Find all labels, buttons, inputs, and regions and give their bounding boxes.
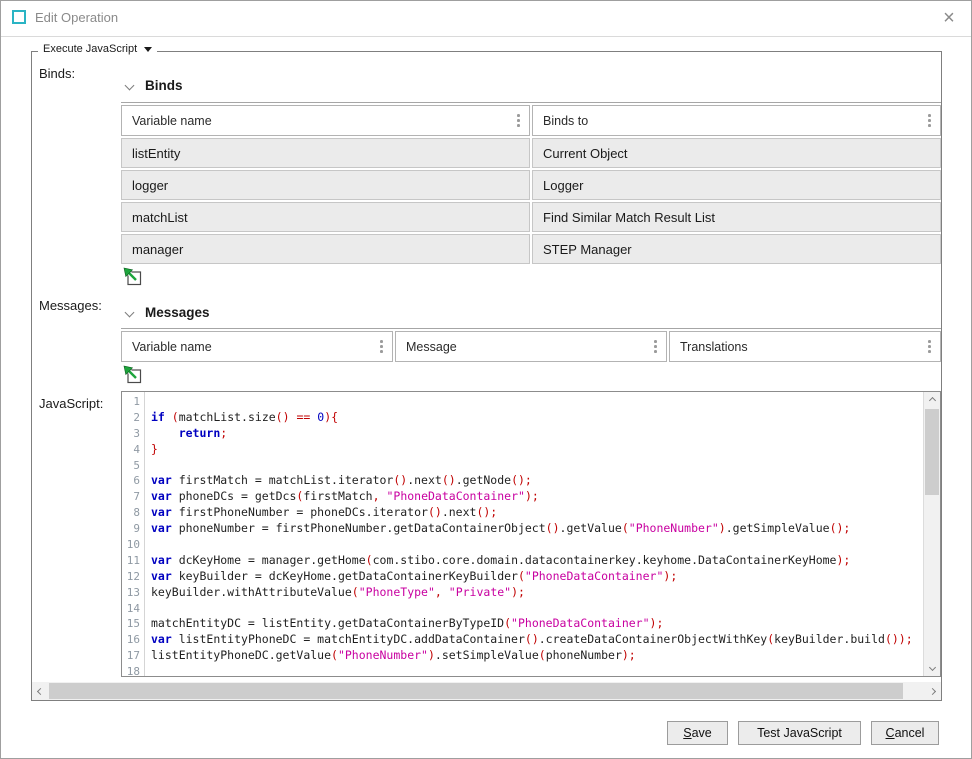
table-row[interactable]: managerSTEP Manager [121, 234, 941, 264]
vertical-scrollbar-thumb[interactable] [925, 409, 939, 495]
save-button[interactable]: Save [667, 721, 728, 745]
code-editor[interactable]: 123456789101112131415161718 if (matchLis… [121, 391, 941, 677]
scroll-right-icon[interactable] [924, 682, 941, 700]
line-number: 18 [122, 664, 140, 677]
code-gutter: 123456789101112131415161718 [122, 392, 145, 676]
code-line[interactable] [151, 537, 923, 553]
table-cell[interactable]: listEntity [121, 138, 530, 168]
table-cell[interactable]: matchList [121, 202, 530, 232]
binds-table: Variable name Binds to listEntityCurrent… [121, 105, 941, 264]
code-line[interactable]: } [151, 442, 923, 458]
binds-field-label: Binds: [39, 66, 75, 81]
messages-section-title: Messages [145, 305, 210, 320]
line-number: 7 [122, 489, 140, 505]
line-number: 3 [122, 426, 140, 442]
code-line[interactable]: return; [151, 426, 923, 442]
code-line[interactable]: listEntityPhoneDC.getValue("PhoneNumber"… [151, 648, 923, 664]
column-header-translations[interactable]: Translations [669, 331, 941, 362]
line-number: 4 [122, 442, 140, 458]
column-menu-icon[interactable] [926, 111, 933, 130]
table-cell[interactable]: STEP Manager [532, 234, 941, 264]
table-cell[interactable]: Current Object [532, 138, 941, 168]
column-menu-icon[interactable] [652, 337, 659, 356]
line-number: 1 [122, 394, 140, 410]
line-number: 14 [122, 601, 140, 617]
line-number: 9 [122, 521, 140, 537]
export-table-icon[interactable] [123, 267, 142, 286]
line-number: 15 [122, 616, 140, 632]
binds-table-header: Variable name Binds to [121, 105, 941, 136]
code-line[interactable]: var phoneNumber = firstPhoneNumber.getDa… [151, 521, 923, 537]
code-line[interactable] [151, 664, 923, 676]
column-menu-icon[interactable] [378, 337, 385, 356]
code-line[interactable] [151, 394, 923, 410]
line-number: 16 [122, 632, 140, 648]
code-line[interactable]: if (matchList.size() == 0){ [151, 410, 923, 426]
table-row[interactable]: matchListFind Similar Match Result List [121, 202, 941, 232]
javascript-field-label: JavaScript: [39, 396, 103, 411]
edit-operation-dialog: Edit Operation × Execute JavaScript Bind… [0, 0, 972, 759]
messages-field-label: Messages: [39, 298, 102, 313]
binds-divider [121, 102, 941, 103]
app-icon [12, 10, 26, 24]
chevron-down-icon[interactable] [125, 81, 135, 91]
code-line[interactable]: keyBuilder.withAttributeValue("PhoneType… [151, 585, 923, 601]
line-number: 13 [122, 585, 140, 601]
vertical-scrollbar[interactable] [923, 392, 940, 676]
column-header-binds-to[interactable]: Binds to [532, 105, 941, 136]
export-table-icon[interactable] [123, 365, 142, 384]
chevron-down-icon[interactable] [125, 308, 135, 318]
table-cell[interactable]: Find Similar Match Result List [532, 202, 941, 232]
line-number: 2 [122, 410, 140, 426]
line-number: 5 [122, 458, 140, 474]
messages-table: Variable name Message Translations [121, 331, 941, 362]
code-line[interactable] [151, 458, 923, 474]
execute-javascript-groupbox: Execute JavaScript Binds: Binds Variable… [31, 51, 942, 701]
title-bar: Edit Operation × [1, 1, 971, 37]
code-line[interactable] [151, 601, 923, 617]
code-line[interactable]: var dcKeyHome = manager.getHome(com.stib… [151, 553, 923, 569]
messages-divider [121, 328, 941, 329]
line-number: 17 [122, 648, 140, 664]
code-line[interactable]: var firstPhoneNumber = phoneDCs.iterator… [151, 505, 923, 521]
close-icon[interactable]: × [927, 1, 971, 36]
line-number: 12 [122, 569, 140, 585]
cancel-button[interactable]: Cancel [871, 721, 939, 745]
code-line[interactable]: var firstMatch = matchList.iterator().ne… [151, 473, 923, 489]
operation-type-selector[interactable]: Execute JavaScript [38, 43, 157, 55]
binds-table-body: listEntityCurrent ObjectloggerLoggermatc… [121, 138, 941, 264]
binds-section-header[interactable]: Binds [126, 78, 183, 93]
binds-section-title: Binds [145, 78, 183, 93]
scroll-down-icon[interactable] [924, 659, 940, 676]
line-number: 11 [122, 553, 140, 569]
messages-section-header[interactable]: Messages [126, 305, 210, 320]
code-line[interactable]: var phoneDCs = getDcs(firstMatch, "Phone… [151, 489, 923, 505]
scroll-up-icon[interactable] [924, 392, 940, 409]
horizontal-scrollbar[interactable] [32, 682, 941, 700]
window-title: Edit Operation [35, 10, 118, 25]
scroll-left-icon[interactable] [32, 682, 49, 700]
column-menu-icon[interactable] [926, 337, 933, 356]
messages-table-header: Variable name Message Translations [121, 331, 941, 362]
code-line[interactable]: matchEntityDC = listEntity.getDataContai… [151, 616, 923, 632]
column-header-variable-name[interactable]: Variable name [121, 105, 530, 136]
code-line[interactable]: var keyBuilder = dcKeyHome.getDataContai… [151, 569, 923, 585]
table-row[interactable]: listEntityCurrent Object [121, 138, 941, 168]
code-line[interactable]: var listEntityPhoneDC = matchEntityDC.ad… [151, 632, 923, 648]
operation-type-label: Execute JavaScript [43, 43, 137, 55]
table-cell[interactable]: manager [121, 234, 530, 264]
table-row[interactable]: loggerLogger [121, 170, 941, 200]
horizontal-scrollbar-thumb[interactable] [49, 683, 903, 699]
code-lines[interactable]: if (matchList.size() == 0){ return;} var… [145, 392, 923, 676]
line-number: 6 [122, 473, 140, 489]
column-header-variable-name[interactable]: Variable name [121, 331, 393, 362]
test-javascript-button[interactable]: Test JavaScript [738, 721, 861, 745]
line-number: 10 [122, 537, 140, 553]
dropdown-triangle-icon [144, 47, 152, 52]
table-cell[interactable]: Logger [532, 170, 941, 200]
table-cell[interactable]: logger [121, 170, 530, 200]
column-menu-icon[interactable] [515, 111, 522, 130]
column-header-message[interactable]: Message [395, 331, 667, 362]
line-number: 8 [122, 505, 140, 521]
